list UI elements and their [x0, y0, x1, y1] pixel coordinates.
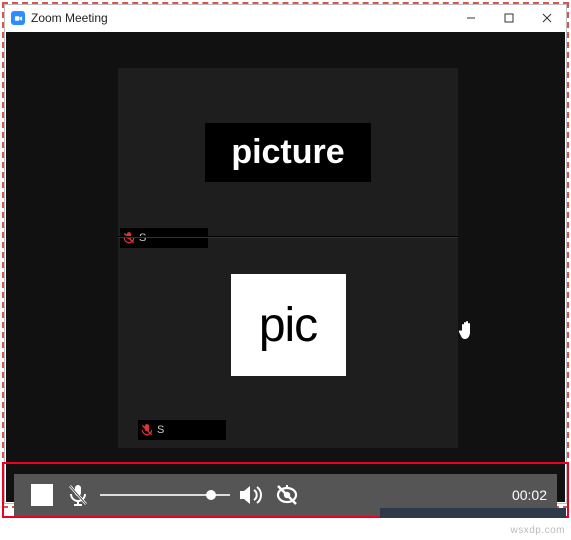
stop-recording-button[interactable]	[24, 477, 60, 513]
speaker-icon	[238, 482, 266, 508]
zoom-app-icon	[11, 11, 25, 25]
volume-slider[interactable]	[100, 477, 230, 513]
app-window: Zoom Meeting picture S pic	[4, 4, 567, 504]
participant-thumbnail-2: pic	[231, 274, 346, 376]
camera-off-button[interactable]	[270, 477, 306, 513]
recording-timer: 00:02	[512, 487, 547, 503]
speaker-button[interactable]	[234, 477, 270, 513]
participant-tile-1[interactable]: picture	[118, 68, 458, 236]
raise-hand-icon	[458, 320, 476, 347]
thumbnail-label-2: pic	[259, 298, 317, 353]
video-gallery: picture S pic	[118, 68, 458, 448]
meeting-area: picture S pic	[6, 32, 565, 502]
participant-thumbnail-1: picture	[205, 123, 370, 182]
watermark: wsxdp.com	[510, 525, 565, 536]
close-button[interactable]	[528, 5, 566, 31]
tile-divider	[118, 236, 458, 237]
mute-mic-button[interactable]	[60, 477, 96, 513]
minimize-button[interactable]	[452, 5, 490, 31]
titlebar: Zoom Meeting	[5, 5, 566, 31]
participant-nametag-2: S	[138, 420, 226, 440]
thumbnail-label-1: picture	[231, 133, 344, 171]
slider-thumb[interactable]	[206, 490, 216, 500]
decorative-strip	[380, 508, 566, 518]
mic-muted-icon	[140, 423, 154, 437]
camera-off-icon	[274, 482, 302, 508]
window-title: Zoom Meeting	[31, 11, 108, 25]
maximize-button[interactable]	[490, 5, 528, 31]
participant-tile-2[interactable]: pic	[118, 238, 458, 412]
stop-icon	[31, 484, 53, 506]
mic-muted-icon	[65, 482, 91, 508]
participant-name-2: S	[157, 424, 164, 436]
